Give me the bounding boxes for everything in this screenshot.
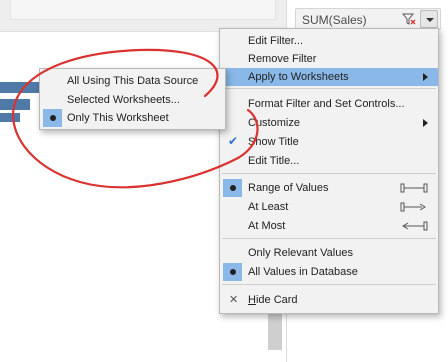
chart-bar (0, 113, 20, 122)
menu-item-edit-filter[interactable]: Edit Filter... (220, 32, 438, 50)
menu-item-label: Edit Title... (248, 155, 300, 167)
submenu-item-selected-worksheets[interactable]: Selected Worksheets... (40, 91, 225, 109)
menu-item-label: Format Filter and Set Controls... (248, 98, 405, 110)
menu-item-range-of-values[interactable]: Range of Values (220, 179, 438, 197)
filter-icon (401, 12, 416, 26)
filter-context-menu: Edit Filter... Remove Filter Apply to Wo… (219, 28, 439, 314)
menu-item-label: Customize (248, 117, 300, 129)
menu-item-only-relevant-values[interactable]: Only Relevant Values (220, 244, 438, 262)
menu-item-remove-filter[interactable]: Remove Filter (220, 50, 438, 68)
menu-item-format-filter[interactable]: Format Filter and Set Controls... (220, 95, 438, 113)
menu-item-customize[interactable]: Customize (220, 114, 438, 132)
radio-bullet-icon (230, 185, 236, 191)
menu-separator (222, 238, 436, 239)
menu-separator (222, 173, 436, 174)
chart-bar (0, 99, 30, 110)
menu-item-label: Show Title (248, 136, 299, 148)
checkmark-icon: ✔ (228, 134, 239, 148)
submenu-arrow-icon (423, 73, 428, 81)
menu-item-label: Remove Filter (248, 53, 317, 65)
menu-item-show-title[interactable]: ✔ Show Title (220, 133, 438, 151)
menu-item-label: All Values in Database (248, 266, 358, 278)
radio-bullet-icon (50, 115, 56, 121)
menu-item-edit-title[interactable]: Edit Title... (220, 152, 438, 170)
menu-item-hide-card[interactable]: ✕ Hide Card (220, 291, 438, 309)
worksheet-title-strip (10, 0, 276, 20)
menu-item-label: Selected Worksheets... (67, 94, 180, 106)
menu-item-at-most[interactable]: At Most (220, 217, 438, 235)
menu-item-label: Hide Card (248, 294, 298, 306)
menu-item-label: All Using This Data Source (67, 75, 199, 87)
submenu-arrow-icon (423, 119, 428, 127)
menu-item-label: Apply to Worksheets (248, 71, 349, 83)
menu-item-label: Range of Values (248, 182, 329, 194)
filter-card-header: SUM(Sales) (295, 8, 441, 30)
range-slider-icon (400, 182, 428, 197)
menu-item-label: Only Relevant Values (248, 247, 353, 259)
filter-card-title: SUM(Sales) (302, 13, 367, 27)
apply-to-worksheets-submenu: All Using This Data Source Selected Work… (39, 68, 226, 130)
hotkey-letter: H (248, 294, 256, 306)
submenu-item-only-this-worksheet[interactable]: Only This Worksheet (40, 109, 225, 127)
radio-bullet-icon (230, 269, 236, 275)
menu-item-at-least[interactable]: At Least (220, 198, 438, 216)
menu-separator (222, 88, 436, 89)
close-icon: ✕ (229, 294, 239, 306)
menu-separator (222, 284, 436, 285)
menu-item-apply-to-worksheets[interactable]: Apply to Worksheets (220, 68, 438, 86)
menu-item-label: At Least (248, 201, 289, 213)
at-most-slider-icon (400, 220, 428, 235)
menu-item-label: Only This Worksheet (67, 112, 169, 124)
menu-item-label: At Most (248, 220, 286, 232)
menu-item-label: Edit Filter... (248, 35, 304, 47)
submenu-item-all-using-data-source[interactable]: All Using This Data Source (40, 72, 225, 90)
at-least-slider-icon (400, 201, 428, 216)
label-rest: ide Card (255, 294, 298, 306)
menu-item-all-values-in-database[interactable]: All Values in Database (220, 263, 438, 281)
card-menu-dropdown-button[interactable] (420, 10, 438, 28)
